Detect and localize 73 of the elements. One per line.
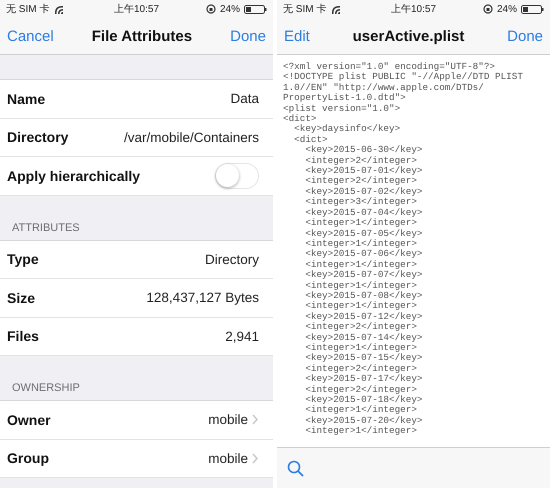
code-line: <integer>1</integer> bbox=[304, 260, 418, 270]
carrier-label: 无 SIM 卡 bbox=[6, 2, 50, 16]
code-line: <key>2015-06-30</key> bbox=[304, 145, 424, 156]
code-line: <integer>1</integer> bbox=[304, 218, 418, 228]
status-time: 上午10:57 bbox=[114, 2, 160, 16]
section-header: ATTRIBUTES bbox=[12, 222, 80, 234]
wifi-icon bbox=[330, 4, 342, 14]
code-line: <key>2015-07-04</key> bbox=[304, 208, 424, 218]
code-line: <integer>1</integer> bbox=[304, 426, 418, 437]
row-value: Directory bbox=[204, 252, 259, 267]
status-time: 上午10:57 bbox=[390, 2, 436, 16]
done-button[interactable]: Done bbox=[230, 28, 266, 44]
code-line: <?xml version="1.0" encoding="UTF-8"?> bbox=[283, 62, 496, 72]
battery-percent: 24% bbox=[496, 4, 517, 14]
nav-button[interactable]: Edit bbox=[284, 28, 310, 44]
code-line: PropertyList-1.0.dtd"> bbox=[283, 93, 407, 104]
row-label: Directory bbox=[7, 129, 68, 146]
code-line: <integer>1</integer> bbox=[304, 301, 418, 312]
rotation-lock-icon bbox=[482, 4, 493, 14]
row-value: mobile bbox=[208, 412, 248, 428]
code-line: <integer>2</integer> bbox=[304, 384, 418, 395]
code-line: <integer>2</integer> bbox=[304, 364, 418, 374]
rotation-lock-icon bbox=[206, 4, 216, 14]
row-value: /var/mobile/Containers bbox=[124, 130, 259, 145]
code-line: <integer>1</integer> bbox=[304, 238, 417, 249]
row-label: Size bbox=[7, 290, 36, 306]
row-label: Apply hierarchically bbox=[7, 168, 140, 184]
toggle-switch[interactable] bbox=[215, 162, 259, 189]
row-label: Group bbox=[7, 450, 49, 466]
section-header: OWNERSHIP bbox=[12, 382, 80, 394]
row-label: Owner bbox=[7, 412, 51, 428]
code-line: <integer>2</integer> bbox=[304, 176, 417, 187]
nav-button[interactable]: Cancel bbox=[7, 28, 54, 44]
nav-title: userActive.plist bbox=[352, 28, 464, 44]
code-line: <key>2015-07-06</key> bbox=[304, 249, 424, 260]
done-button[interactable]: Done bbox=[507, 28, 543, 44]
row-label: Files bbox=[7, 328, 39, 344]
battery-icon bbox=[521, 4, 544, 14]
row-label: Type bbox=[7, 251, 39, 268]
nav-title: File Attributes bbox=[92, 28, 192, 44]
code-line: <dict> bbox=[283, 114, 316, 124]
wifi-icon bbox=[53, 4, 64, 14]
code-line: <key>2015-07-20</key> bbox=[304, 416, 424, 426]
code-line: <key>2015-07-05</key> bbox=[304, 228, 424, 239]
code-line: <key>2015-07-17</key> bbox=[304, 374, 424, 385]
row-label: Name bbox=[7, 90, 46, 107]
code-line: <key>2015-07-02</key> bbox=[304, 186, 424, 197]
code-line: <integer>1</integer> bbox=[304, 280, 418, 291]
row-value: Data bbox=[230, 91, 259, 106]
row-value: mobile bbox=[208, 450, 248, 466]
battery-icon bbox=[244, 4, 267, 14]
code-line: <key>2015-07-18</key> bbox=[304, 395, 424, 405]
row-value: 2,941 bbox=[225, 328, 259, 344]
code-line: <integer>2</integer> bbox=[304, 322, 418, 333]
carrier-label: 无 SIM 卡 bbox=[283, 2, 326, 16]
code-line: <integer>1</integer> bbox=[304, 342, 417, 353]
code-line: <key>daysinfo</key> bbox=[293, 124, 402, 135]
code-line: <!DOCTYPE plist PUBLIC "-//Apple//DTD PLIST bbox=[283, 72, 524, 83]
code-line: <integer>3</integer> bbox=[304, 197, 418, 208]
code-line: <key>2015-07-01</key> bbox=[304, 166, 424, 176]
code-line: <key>2015-07-15</key> bbox=[304, 353, 424, 364]
code-line: <dict> bbox=[293, 134, 329, 145]
code-line: <plist version="1.0"> bbox=[283, 104, 402, 114]
battery-percent: 24% bbox=[220, 4, 240, 14]
code-line: <integer>1</integer> bbox=[304, 405, 418, 416]
code-line: <key>2015-07-12</key> bbox=[304, 312, 424, 322]
code-line: <key>2015-07-14</key> bbox=[304, 332, 424, 343]
code-line: <key>2015-07-08</key> bbox=[304, 290, 424, 301]
row-value: 128,437,127 Bytes bbox=[146, 290, 259, 306]
search-icon[interactable] bbox=[287, 460, 304, 476]
code-line: <integer>2</integer> bbox=[304, 156, 418, 166]
code-line: <key>2015-07-07</key> bbox=[304, 270, 424, 281]
code-line: 1.0//EN" "http://www.apple.com/DTDs/ bbox=[283, 82, 485, 93]
